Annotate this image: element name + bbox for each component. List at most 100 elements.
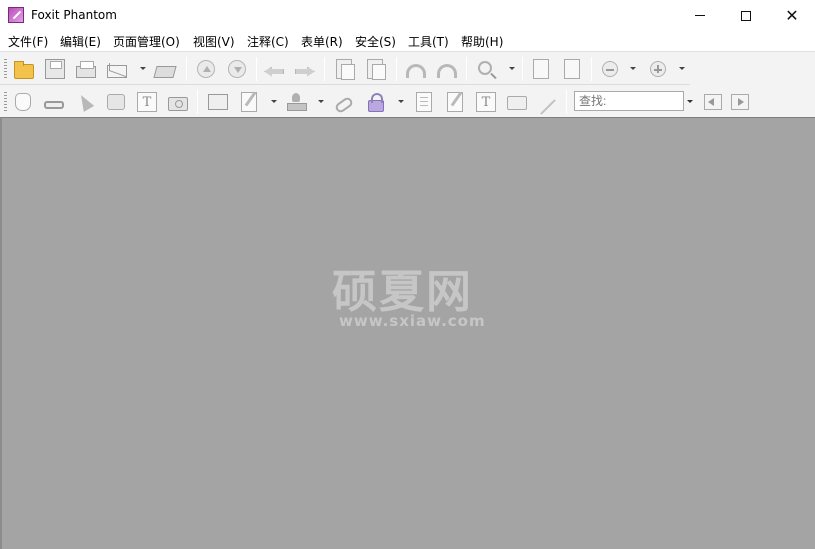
arrow-tool-button[interactable] bbox=[536, 90, 560, 115]
menu-security[interactable]: 安全(S) bbox=[355, 33, 396, 50]
zoom-out-button[interactable] bbox=[598, 57, 622, 81]
undo-button[interactable] bbox=[404, 57, 428, 81]
window-title: Foxit Phantom bbox=[31, 8, 117, 22]
binoculars-icon bbox=[107, 94, 125, 110]
toolbar-separator bbox=[566, 90, 567, 114]
toolbar-row-tools: T T bbox=[0, 86, 757, 118]
zoom-out-dropdown-arrow[interactable] bbox=[630, 67, 636, 70]
menu-forms[interactable]: 表单(R) bbox=[301, 33, 343, 50]
arrow-down-circle-icon bbox=[228, 60, 246, 78]
zoom-in-button[interactable] bbox=[646, 57, 670, 81]
find-previous-button[interactable] bbox=[701, 90, 725, 114]
find-next-button[interactable] bbox=[728, 90, 752, 114]
menu-edit[interactable]: 编辑(E) bbox=[60, 33, 101, 50]
next-page-button[interactable] bbox=[225, 57, 249, 81]
zoom-out-icon bbox=[602, 61, 618, 77]
print-button[interactable] bbox=[74, 57, 98, 81]
title-bar: Foxit Phantom ✕ bbox=[0, 0, 815, 31]
typewriter-button[interactable] bbox=[412, 90, 436, 114]
fit-width-icon bbox=[564, 59, 580, 79]
comment-button[interactable] bbox=[505, 90, 529, 114]
menu-bar: 文件(F) 编辑(E) 页面管理(O) 视图(V) 注释(C) 表单(R) 安全… bbox=[0, 31, 815, 51]
extract-pages-button[interactable] bbox=[363, 57, 387, 81]
secure-button[interactable] bbox=[364, 90, 388, 114]
save-button[interactable] bbox=[43, 57, 67, 81]
redo-icon bbox=[437, 63, 457, 78]
extract-pages-icon bbox=[367, 59, 386, 80]
edit-form-button[interactable] bbox=[443, 90, 467, 114]
menu-view[interactable]: 视图(V) bbox=[193, 33, 235, 50]
read-mode-button[interactable] bbox=[42, 90, 66, 114]
redo-button[interactable] bbox=[435, 57, 459, 81]
maximize-button[interactable] bbox=[723, 0, 769, 31]
toolbar-separator bbox=[197, 90, 198, 114]
secure-dropdown-arrow[interactable] bbox=[398, 100, 404, 103]
paperclip-icon bbox=[333, 95, 355, 114]
menu-pages[interactable]: 页面管理(O) bbox=[113, 33, 180, 50]
email-icon bbox=[107, 64, 127, 78]
snapshot-button[interactable] bbox=[166, 90, 190, 114]
toolbar-row-file-navigation bbox=[0, 53, 690, 85]
menu-comments[interactable]: 注释(C) bbox=[247, 33, 289, 50]
pencil-dropdown-arrow[interactable] bbox=[271, 100, 277, 103]
document-area[interactable]: 硕夏网 www.sxiaw.com bbox=[0, 117, 815, 549]
toolbar-grip[interactable] bbox=[4, 92, 7, 112]
stamp-tool-button[interactable] bbox=[284, 90, 308, 114]
save-disk-icon bbox=[45, 59, 65, 79]
find-button[interactable] bbox=[104, 90, 128, 114]
edit-document-icon bbox=[447, 92, 463, 112]
previous-page-button[interactable] bbox=[194, 57, 218, 81]
minimize-icon bbox=[695, 15, 705, 16]
text-box-button[interactable]: T bbox=[474, 90, 498, 114]
text-select-icon: T bbox=[137, 92, 157, 112]
menu-tools[interactable]: 工具(T) bbox=[408, 33, 449, 50]
find-previous-icon bbox=[704, 94, 722, 110]
select-text-button[interactable]: T bbox=[135, 90, 159, 114]
fit-page-button[interactable] bbox=[529, 57, 553, 81]
zoom-in-icon bbox=[478, 61, 492, 75]
forward-button[interactable] bbox=[293, 57, 317, 81]
watermark-url: www.sxiaw.com bbox=[339, 312, 486, 330]
pencil-tool-button[interactable] bbox=[237, 90, 261, 114]
rectangle-tool-button[interactable] bbox=[206, 90, 230, 114]
toolbar-separator bbox=[522, 57, 523, 81]
attach-file-button[interactable] bbox=[332, 90, 356, 114]
close-icon: ✕ bbox=[785, 5, 799, 25]
zoom-in-dropdown-arrow[interactable] bbox=[679, 67, 685, 70]
stamp-dropdown-arrow[interactable] bbox=[318, 100, 324, 103]
toolbar-grip[interactable] bbox=[4, 59, 7, 79]
pencil-icon bbox=[241, 92, 257, 112]
search-dropdown-arrow[interactable] bbox=[684, 91, 696, 111]
close-button[interactable]: ✕ bbox=[769, 0, 815, 31]
printer-icon bbox=[76, 60, 96, 78]
menu-help[interactable]: 帮助(H) bbox=[461, 33, 503, 50]
zoom-button[interactable] bbox=[474, 57, 498, 81]
email-button[interactable] bbox=[105, 57, 129, 81]
toolbar-separator bbox=[324, 57, 325, 81]
toolbar-area: T T bbox=[0, 51, 815, 117]
toolbar-separator bbox=[186, 57, 187, 81]
text-box-icon: T bbox=[476, 92, 496, 112]
email-dropdown-arrow[interactable] bbox=[140, 67, 146, 70]
hand-tool-button[interactable] bbox=[11, 90, 35, 114]
menu-file[interactable]: 文件(F) bbox=[8, 33, 48, 50]
rectangle-icon bbox=[208, 94, 228, 110]
arrow-up-circle-icon bbox=[197, 60, 215, 78]
open-button[interactable] bbox=[12, 57, 36, 81]
stack-icon bbox=[153, 65, 177, 78]
zoom-dropdown-arrow[interactable] bbox=[509, 67, 515, 70]
insert-pages-button[interactable] bbox=[332, 57, 356, 81]
back-button[interactable] bbox=[262, 57, 286, 81]
arrow-diagonal-icon bbox=[540, 98, 556, 115]
fit-width-button[interactable] bbox=[560, 57, 584, 81]
arrow-right-icon bbox=[295, 66, 315, 77]
insert-pages-icon bbox=[336, 59, 355, 80]
toolbar-separator bbox=[396, 57, 397, 81]
search-input[interactable] bbox=[574, 91, 684, 111]
minimize-button[interactable] bbox=[677, 0, 723, 31]
toolbar-separator bbox=[256, 57, 257, 81]
batch-button[interactable] bbox=[153, 57, 177, 81]
glasses-icon bbox=[44, 101, 64, 109]
foxit-app-icon bbox=[8, 7, 24, 23]
select-tool-button[interactable] bbox=[73, 90, 97, 114]
